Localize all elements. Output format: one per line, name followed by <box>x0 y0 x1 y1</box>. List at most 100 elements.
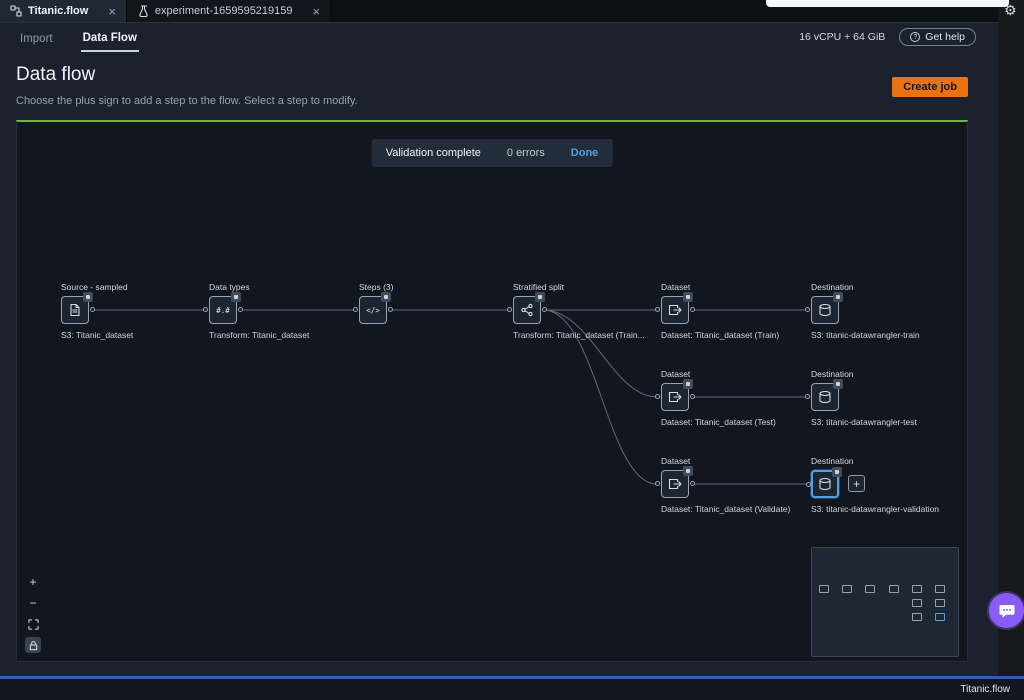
input-port <box>655 307 660 312</box>
page-title: Data flow <box>16 64 95 86</box>
node-title: Destination <box>811 456 939 468</box>
settings-gear-icon[interactable]: ⚙ <box>1004 2 1017 19</box>
bucket-icon <box>818 390 832 404</box>
right-edge-strip <box>998 0 1024 676</box>
input-port <box>507 307 512 312</box>
node-subtitle: Dataset: Titanic_dataset (Test) <box>661 417 776 427</box>
output-port <box>388 307 393 312</box>
node-subtitle: Transform: Titanic_dataset <box>209 330 309 340</box>
node-badge <box>535 292 545 302</box>
close-icon[interactable]: × <box>313 4 321 19</box>
node-box[interactable]: #.# <box>209 296 237 324</box>
node-title: Destination <box>811 282 920 294</box>
minimap-node <box>819 585 829 593</box>
validation-message: Validation complete <box>386 147 481 159</box>
node-title: Source - sampled <box>61 282 133 294</box>
experiment-icon <box>137 5 149 17</box>
flow-node-source: Source - sampled S3: Titanic_dataset <box>61 282 133 340</box>
flow-icon <box>10 5 22 17</box>
node-box[interactable] <box>811 296 839 324</box>
dataset-icon <box>668 303 682 317</box>
node-box[interactable]: </> <box>359 296 387 324</box>
node-subtitle: Dataset: Titanic_dataset (Validate) <box>661 504 790 514</box>
node-box-selected[interactable] <box>811 470 839 498</box>
flow-node-destination-validation: Destination S3: titanic-datawrangler-val… <box>811 456 939 514</box>
flow-node-steps: Steps (3) </> <box>359 282 394 330</box>
node-subtitle: Dataset: Titanic_dataset (Train) <box>661 330 779 340</box>
dataset-icon <box>668 477 682 491</box>
node-box[interactable] <box>513 296 541 324</box>
minimap-node <box>935 585 945 593</box>
fit-view-button[interactable] <box>25 616 41 632</box>
status-bar: Titanic.flow <box>0 679 1024 700</box>
node-badge <box>683 292 693 302</box>
add-step-button[interactable]: + <box>848 475 865 492</box>
close-icon[interactable]: × <box>108 4 116 19</box>
minimap-node <box>912 585 922 593</box>
minimap-node <box>889 585 899 593</box>
get-help-button[interactable]: ? Get help <box>899 28 976 46</box>
minimap[interactable] <box>811 547 959 657</box>
node-box[interactable] <box>61 296 89 324</box>
node-badge <box>832 467 842 477</box>
flow-node-dataset-train: Dataset Dataset: Titanic_dataset (Train) <box>661 282 779 340</box>
node-badge <box>683 379 693 389</box>
zoom-in-button[interactable]: + <box>25 574 41 590</box>
node-box[interactable] <box>661 470 689 498</box>
node-badge <box>83 292 93 302</box>
lock-canvas-button[interactable] <box>25 637 41 653</box>
validation-banner: Validation complete 0 errors Done <box>372 139 613 167</box>
dataset-icon <box>668 390 682 404</box>
node-box[interactable] <box>811 383 839 411</box>
output-port <box>238 307 243 312</box>
output-port <box>90 307 95 312</box>
minimap-node <box>865 585 875 593</box>
question-icon: ? <box>910 32 920 42</box>
node-title: Stratified split <box>513 282 645 294</box>
node-title: Destination <box>811 369 917 381</box>
flow-node-stratified-split: Stratified split Transform: Titanic_data… <box>513 282 645 340</box>
chat-assistant-button[interactable] <box>989 593 1024 628</box>
node-badge <box>381 292 391 302</box>
minimap-node <box>935 599 945 607</box>
zoom-out-button[interactable]: − <box>25 595 41 611</box>
window-tab-experiment[interactable]: experiment-1659595219159 × <box>127 0 331 22</box>
instance-resources: 16 vCPU + 64 GiB <box>799 31 885 43</box>
status-file-name: Titanic.flow <box>960 684 1010 695</box>
input-port <box>353 307 358 312</box>
minimap-node <box>912 613 922 621</box>
node-box[interactable] <box>661 296 689 324</box>
tab-data-flow[interactable]: Data Flow <box>81 24 139 52</box>
input-port <box>805 394 810 399</box>
page-subtitle: Choose the plus sign to add a step to th… <box>16 95 358 107</box>
minimap-node-selected <box>935 613 945 621</box>
output-port <box>542 307 547 312</box>
overlay-pill <box>766 0 1009 7</box>
flow-node-destination-train: Destination S3: titanic-datawrangler-tra… <box>811 282 920 340</box>
lock-icon <box>28 640 39 651</box>
get-help-label: Get help <box>925 31 965 43</box>
input-port <box>203 307 208 312</box>
node-box[interactable] <box>661 383 689 411</box>
zoom-toolbar: + − <box>25 574 41 653</box>
input-port <box>806 482 811 487</box>
source-file-icon <box>68 303 82 317</box>
flow-node-data-types: Data types #.# Transform: Titanic_datase… <box>209 282 309 340</box>
bucket-icon <box>818 477 832 491</box>
validation-done-button[interactable]: Done <box>571 147 599 159</box>
node-title: Dataset <box>661 456 790 468</box>
tab-import[interactable]: Import <box>18 25 55 51</box>
code-icon: </> <box>366 306 380 315</box>
create-job-button[interactable]: Create job <box>892 77 968 97</box>
main-panel: Titanic.flow × experiment-1659595219159 … <box>0 0 998 676</box>
window-tab-titanic-flow[interactable]: Titanic.flow × <box>0 0 127 22</box>
input-port <box>655 481 660 486</box>
input-port <box>805 307 810 312</box>
window-tab-label: experiment-1659595219159 <box>155 5 293 17</box>
split-icon <box>520 303 534 317</box>
flow-canvas[interactable]: Validation complete 0 errors Done Source… <box>16 120 968 662</box>
output-port <box>690 307 695 312</box>
node-subtitle: Transform: Titanic_dataset (Train... <box>513 330 645 340</box>
node-badge <box>833 379 843 389</box>
minimap-node <box>912 599 922 607</box>
